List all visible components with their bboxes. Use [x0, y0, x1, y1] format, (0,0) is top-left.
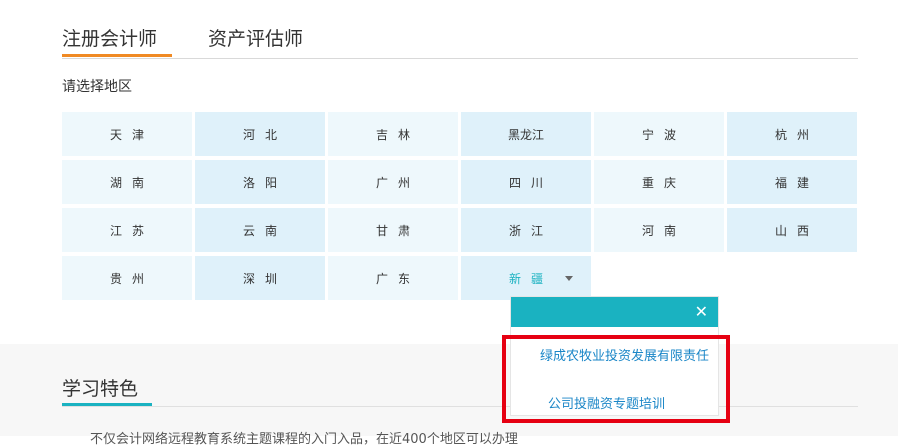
region-guizhou[interactable]: 贵州: [62, 256, 192, 300]
region-guangdong[interactable]: 广东: [328, 256, 458, 300]
region-sichuan[interactable]: 四川: [461, 160, 591, 204]
region-yunnan[interactable]: 云南: [195, 208, 325, 252]
region-henan[interactable]: 河南: [594, 208, 724, 252]
tab-cpa[interactable]: 注册会计师: [62, 24, 173, 57]
section-divider: [62, 406, 858, 407]
region-gansu[interactable]: 甘肃: [328, 208, 458, 252]
highlight-box: [502, 335, 730, 423]
region-ningbo[interactable]: 宁波: [594, 112, 724, 156]
region-chongqing[interactable]: 重庆: [594, 160, 724, 204]
region-shenzhen[interactable]: 深圳: [195, 256, 325, 300]
tab-asset-appraiser[interactable]: 资产评估师: [208, 24, 303, 51]
region-label: 请选择地区: [62, 79, 132, 95]
close-icon[interactable]: ✕: [695, 302, 708, 322]
region-luoyang[interactable]: 洛阳: [195, 160, 325, 204]
region-hangzhou[interactable]: 杭州: [727, 112, 857, 156]
section-title: 学习特色: [62, 378, 139, 400]
region-hebei[interactable]: 河北: [195, 112, 325, 156]
tab-bar: 注册会计师 资产评估师: [62, 0, 858, 59]
region-xinjiang-label: 新疆: [508, 271, 553, 286]
popup-header: ✕: [511, 297, 718, 327]
region-xinjiang[interactable]: 新疆: [461, 256, 591, 300]
region-shanxi[interactable]: 山西: [727, 208, 857, 252]
region-jilin[interactable]: 吉林: [328, 112, 458, 156]
region-tianjin[interactable]: 天津: [62, 112, 192, 156]
region-heilongjiang[interactable]: 黑龙江: [461, 112, 591, 156]
section-body-text: 不仅会计网络远程教育系统主题课程的入门入品，在近400个地区可以办理: [90, 432, 518, 447]
region-fujian[interactable]: 福建: [727, 160, 857, 204]
region-guangzhou[interactable]: 广州: [328, 160, 458, 204]
region-hunan[interactable]: 湖南: [62, 160, 192, 204]
region-zhejiang[interactable]: 浙江: [461, 208, 591, 252]
region-jiangsu[interactable]: 江苏: [62, 208, 192, 252]
chevron-down-icon: [565, 276, 573, 281]
